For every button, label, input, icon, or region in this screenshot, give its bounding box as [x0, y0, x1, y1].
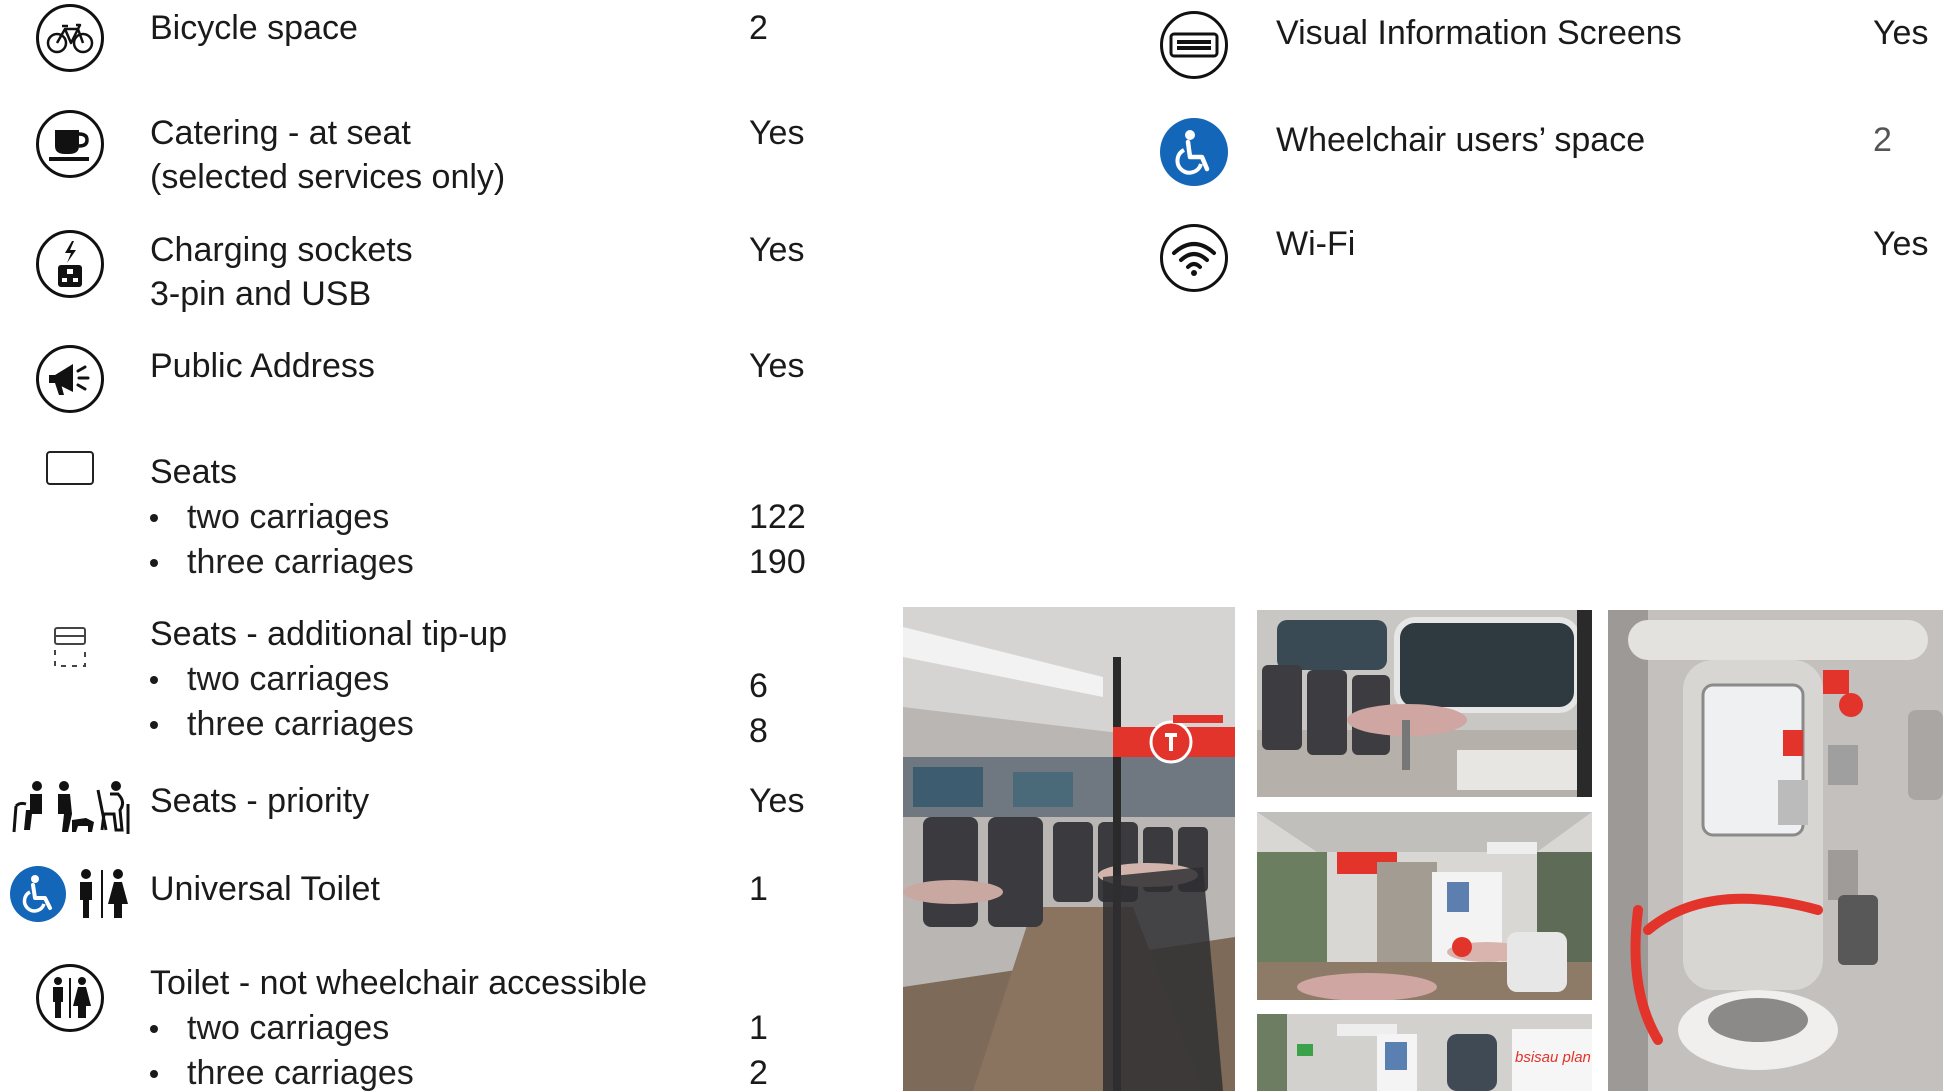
wifi-icon [1160, 224, 1228, 292]
public-address-value: Yes [749, 347, 805, 385]
wheelchair-space-label: Wheelchair users’ space [1276, 121, 1646, 159]
wifi-label: Wi-Fi [1276, 225, 1356, 263]
seats-label: Seats [150, 453, 237, 491]
catering-value: Yes [749, 114, 805, 152]
megaphone-icon [36, 345, 104, 413]
priority-seats-value: Yes [749, 782, 805, 820]
photo-vestibule [1257, 812, 1592, 1000]
bicycle-space-value: 2 [749, 9, 768, 47]
priority-seats-label: Seats - priority [150, 782, 370, 820]
tip-up-two-carriages-value: 6 [749, 667, 768, 705]
toilet-two-carriages-value: 1 [749, 1009, 768, 1047]
public-address-label: Public Address [150, 347, 375, 385]
visual-info-screens-label: Visual Information Screens [1276, 14, 1682, 52]
bullet [150, 1070, 158, 1078]
catering-label: Catering - at seat [150, 114, 411, 152]
seats-three-carriages-value: 190 [749, 543, 806, 581]
charging-socket-icon [36, 230, 104, 298]
bullet [150, 676, 158, 684]
visual-info-screens-value: Yes [1873, 14, 1929, 52]
universal-toilet-value: 1 [749, 870, 768, 908]
svg-text:bsisau plan: bsisau plan [1515, 1049, 1591, 1066]
toilet-label: Toilet - not wheelchair accessible [150, 964, 648, 1002]
bicycle-space-label: Bicycle space [150, 9, 358, 47]
toilet-people-icon [74, 868, 130, 925]
photo-train-aisle [903, 607, 1235, 1091]
charging-sublabel: 3-pin and USB [150, 275, 372, 313]
toilet-people-icon [36, 964, 104, 1032]
tip-up-seat-icon [53, 626, 87, 675]
wheelchair-icon [1160, 118, 1228, 186]
bullet [150, 514, 158, 522]
bullet [150, 559, 158, 567]
wheelchair-space-value: 2 [1873, 121, 1892, 159]
wheelchair-icon [10, 866, 66, 922]
seat-outline-icon [46, 451, 94, 485]
priority-seat-icon [10, 780, 130, 841]
coffee-cup-icon [36, 110, 104, 178]
tip-up-three-carriages-value: 8 [749, 712, 768, 750]
bullet [150, 1025, 158, 1033]
universal-toilet-label: Universal Toilet [150, 870, 380, 908]
wifi-value: Yes [1873, 225, 1929, 263]
photo-table-seating [1257, 610, 1592, 797]
bullet [150, 721, 158, 729]
catering-sublabel: (selected services only) [150, 158, 506, 196]
tip-up-label: Seats - additional tip-up [150, 615, 508, 653]
seats-two-carriages-value: 122 [749, 498, 806, 536]
toilet-three-carriages-value: 2 [749, 1054, 768, 1091]
bicycle-icon [36, 4, 104, 72]
charging-label: Charging sockets [150, 231, 413, 269]
charging-value: Yes [749, 231, 805, 269]
photo-universal-toilet [1608, 610, 1943, 1091]
information-screen-icon [1160, 11, 1228, 79]
photo-door-area: bsisau plan [1257, 1014, 1592, 1091]
